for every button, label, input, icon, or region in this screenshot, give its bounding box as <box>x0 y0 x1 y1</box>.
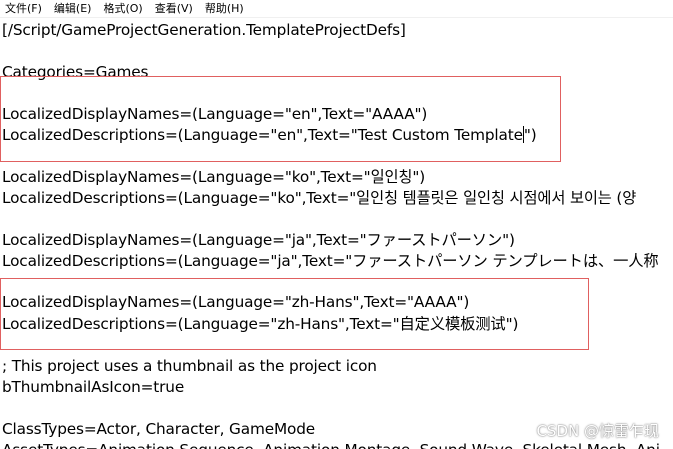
line-ko-description: LocalizedDescriptions=(Language="ko",Tex… <box>2 189 637 207</box>
menu-edit[interactable]: 编辑(E) <box>49 0 99 17</box>
menu-help[interactable]: 帮助(H) <box>200 0 251 17</box>
csdn-watermark: CSDN @惊雷乍现 <box>536 422 659 440</box>
menu-view[interactable]: 查看(V) <box>150 0 200 17</box>
line-ja-description: LocalizedDescriptions=(Language="ja",Tex… <box>2 252 659 270</box>
line-thumbnail-as-icon: bThumbnailAsIcon=true <box>2 378 185 396</box>
menu-bar: 文件(F) 编辑(E) 格式(O) 查看(V) 帮助(H) <box>0 0 673 18</box>
line-ko-display-name: LocalizedDisplayNames=(Language="ko",Tex… <box>2 168 426 186</box>
line-en-description: LocalizedDescriptions=(Language="en",Tex… <box>2 124 537 146</box>
text-editor[interactable]: [/Script/GameProjectGeneration.TemplateP… <box>0 17 673 449</box>
line-categories: Categories=Games <box>2 63 149 81</box>
line-ja-display-name: LocalizedDisplayNames=(Language="ja",Tex… <box>2 231 515 249</box>
line-class-types: ClassTypes=Actor, Character, GameMode <box>2 420 316 438</box>
line-zh-description: LocalizedDescriptions=(Language="zh-Hans… <box>2 315 519 333</box>
en-description-text: LocalizedDescriptions=(Language="en",Tex… <box>2 126 523 144</box>
line-section: [/Script/GameProjectGeneration.TemplateP… <box>2 21 406 39</box>
line-zh-display-name: LocalizedDisplayNames=(Language="zh-Hans… <box>2 293 470 311</box>
en-description-end: ") <box>523 126 537 144</box>
menu-file[interactable]: 文件(F) <box>0 0 49 17</box>
line-comment: ; This project uses a thumbnail as the p… <box>2 357 377 375</box>
menu-format[interactable]: 格式(O) <box>98 0 149 17</box>
line-en-display-name: LocalizedDisplayNames=(Language="en",Tex… <box>2 105 428 123</box>
